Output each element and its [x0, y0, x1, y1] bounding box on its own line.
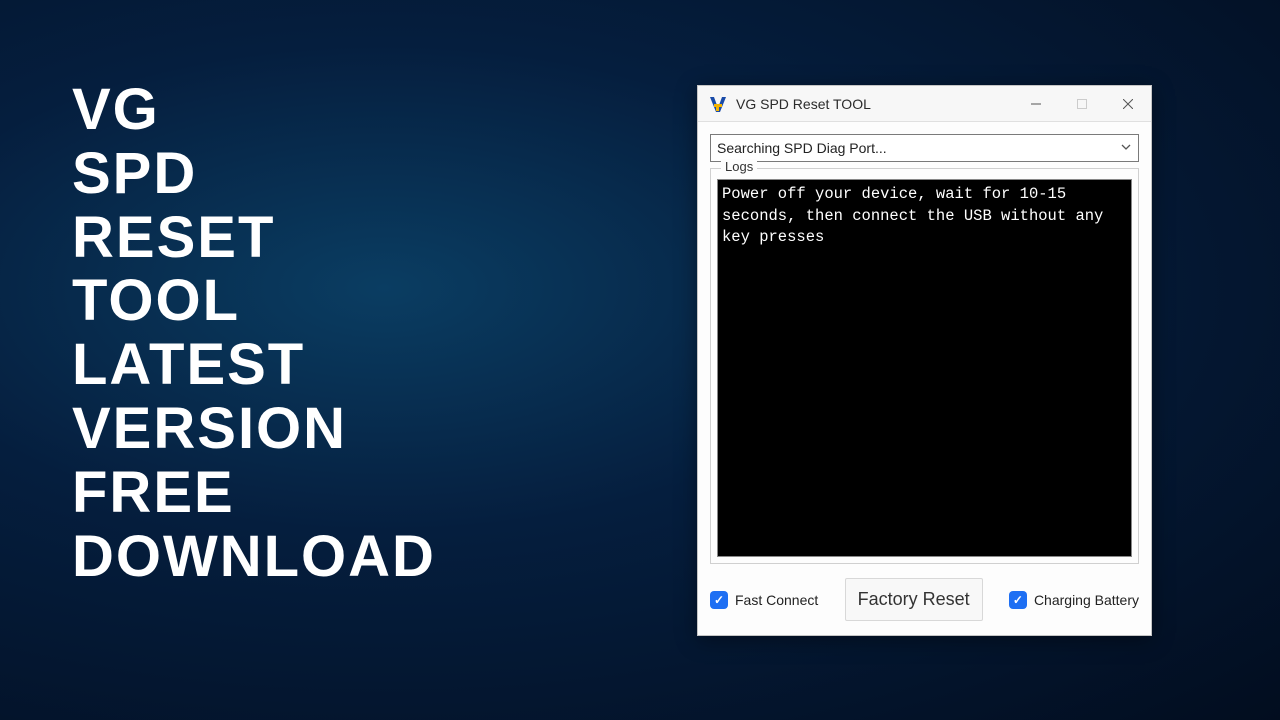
promo-line: FREE: [72, 461, 436, 525]
minimize-button[interactable]: [1013, 86, 1059, 122]
charging-battery-checkbox[interactable]: ✓ Charging Battery: [1009, 591, 1139, 609]
logs-legend: Logs: [721, 159, 757, 174]
factory-reset-button[interactable]: Factory Reset: [845, 578, 983, 621]
logs-group: Logs Power off your device, wait for 10-…: [710, 168, 1139, 564]
port-dropdown[interactable]: Searching SPD Diag Port...: [710, 134, 1139, 162]
promo-headline: VG SPD RESET TOOL LATEST VERSION FREE DO…: [72, 78, 436, 588]
fast-connect-label: Fast Connect: [735, 592, 818, 608]
promo-line: SPD: [72, 142, 436, 206]
window-controls: [1013, 86, 1151, 122]
window-title: VG SPD Reset TOOL: [736, 96, 1013, 112]
minimize-icon: [1031, 99, 1041, 109]
vg-app-icon: [708, 94, 728, 114]
maximize-icon: [1077, 99, 1087, 109]
promo-line: RESET: [72, 206, 436, 270]
logs-console[interactable]: Power off your device, wait for 10-15 se…: [717, 179, 1132, 557]
promo-line: VERSION: [72, 397, 436, 461]
fast-connect-checkbox[interactable]: ✓ Fast Connect: [710, 591, 818, 609]
close-button[interactable]: [1105, 86, 1151, 122]
checkbox-checked-icon: ✓: [1009, 591, 1027, 609]
charging-battery-label: Charging Battery: [1034, 592, 1139, 608]
promo-line: TOOL: [72, 269, 436, 333]
promo-line: LATEST: [72, 333, 436, 397]
chevron-down-icon: [1120, 140, 1132, 156]
checkbox-checked-icon: ✓: [710, 591, 728, 609]
titlebar[interactable]: VG SPD Reset TOOL: [698, 86, 1151, 122]
bottom-controls: ✓ Fast Connect Factory Reset ✓ Charging …: [710, 578, 1139, 621]
promo-line: VG: [72, 78, 436, 142]
maximize-button: [1059, 86, 1105, 122]
app-window: VG SPD Reset TOOL Searching SPD Diag Por…: [697, 85, 1152, 636]
promo-line: DOWNLOAD: [72, 525, 436, 589]
close-icon: [1123, 99, 1133, 109]
port-dropdown-value: Searching SPD Diag Port...: [717, 140, 887, 156]
client-area: Searching SPD Diag Port... Logs Power of…: [698, 122, 1151, 635]
